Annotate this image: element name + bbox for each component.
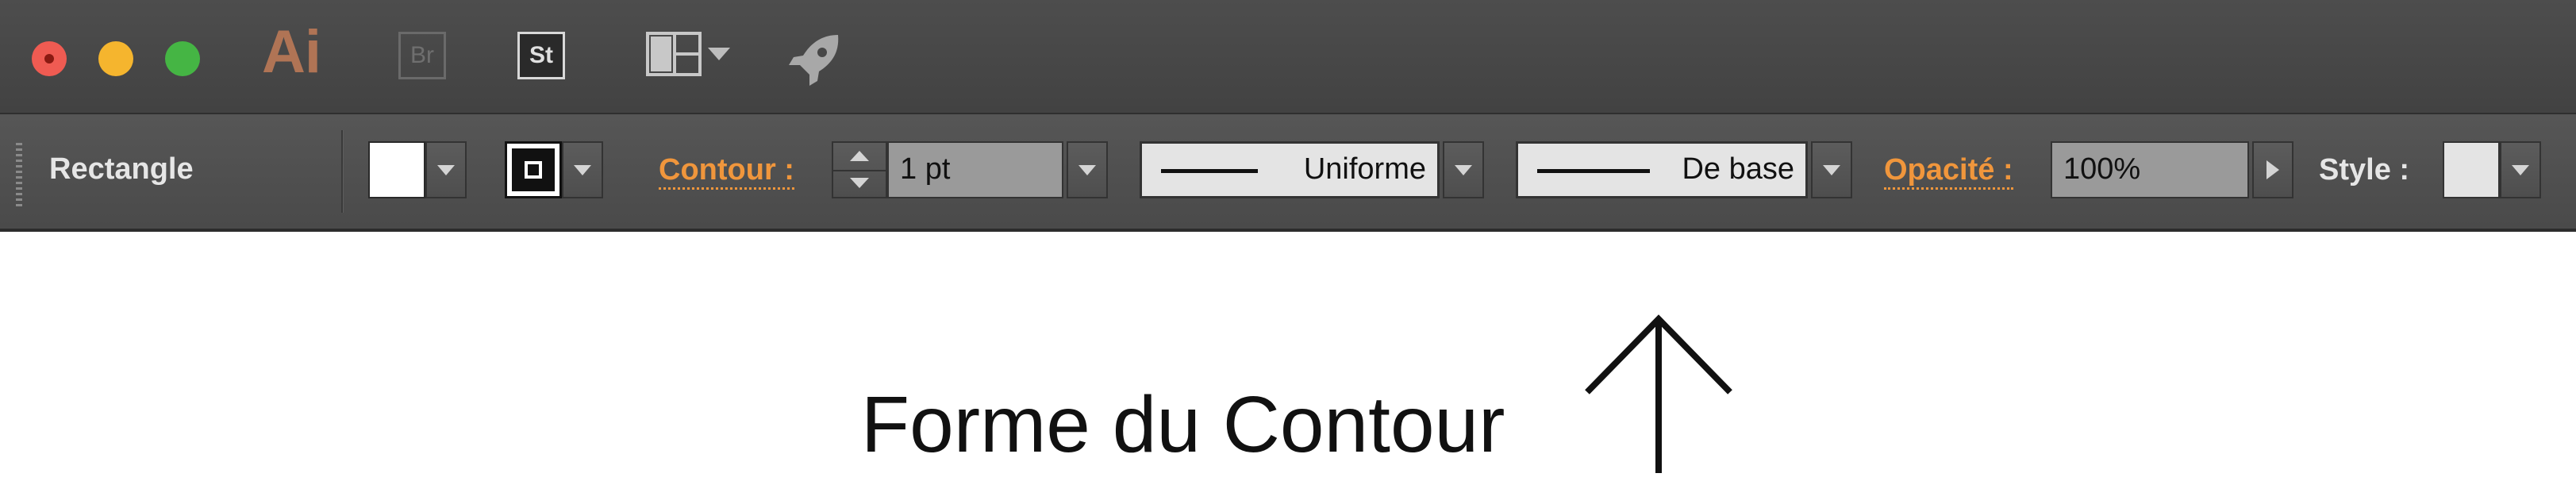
layout-dropdown-icon[interactable] bbox=[708, 48, 730, 60]
app-titlebar: Ai Br St bbox=[0, 0, 2576, 114]
stroke-profile-value: Uniforme bbox=[1303, 152, 1426, 186]
opacity-panel-link[interactable]: Opacité : bbox=[1884, 152, 2013, 190]
panel-grip-handle[interactable] bbox=[16, 143, 22, 206]
up-arrow-icon bbox=[1585, 314, 1732, 473]
brush-dropdown-button[interactable] bbox=[1811, 141, 1852, 198]
panel-divider bbox=[341, 130, 343, 213]
opacity-slider-button[interactable] bbox=[2252, 141, 2293, 198]
bridge-button[interactable]: Br bbox=[398, 32, 446, 79]
annotation-caption: Forme du Contour bbox=[861, 380, 1505, 469]
stroke-swatch-center bbox=[525, 161, 542, 179]
graphic-style-dropdown-button[interactable] bbox=[2500, 141, 2541, 198]
fill-color-swatch[interactable] bbox=[368, 141, 425, 198]
stepper-up-icon[interactable] bbox=[850, 151, 869, 161]
stepper-down-icon[interactable] bbox=[850, 178, 869, 188]
stroke-color-swatch[interactable] bbox=[505, 141, 562, 198]
stroke-profile-preview-icon bbox=[1161, 169, 1258, 173]
graphic-style-swatch[interactable] bbox=[2443, 141, 2500, 198]
stroke-dropdown-button[interactable] bbox=[562, 141, 603, 198]
brush-definition-value: De base bbox=[1682, 152, 1794, 186]
opacity-input[interactable]: 100% bbox=[2051, 141, 2249, 198]
illustrator-logo: Ai bbox=[262, 18, 321, 86]
zoom-window-button[interactable] bbox=[165, 41, 200, 76]
stroke-weight-dropdown-button[interactable] bbox=[1067, 141, 1108, 198]
minimize-window-button[interactable] bbox=[98, 41, 133, 76]
style-label: Style : bbox=[2319, 153, 2410, 187]
close-window-button[interactable] bbox=[32, 41, 67, 76]
stroke-panel-link[interactable]: Contour : bbox=[659, 152, 794, 190]
stroke-weight-input[interactable]: 1 pt bbox=[887, 141, 1063, 198]
rocket-icon[interactable] bbox=[782, 29, 846, 92]
brush-preview-icon bbox=[1537, 169, 1650, 173]
stepper-divider bbox=[833, 170, 886, 171]
control-panel: Rectangle Contour : 1 pt Uniforme De bas… bbox=[0, 114, 2576, 232]
layout-grid-icon[interactable] bbox=[646, 32, 702, 76]
brush-definition-select[interactable]: De base bbox=[1516, 141, 1808, 198]
selected-shape-label: Rectangle bbox=[49, 152, 194, 186]
stroke-weight-stepper[interactable] bbox=[832, 141, 887, 198]
stroke-profile-select[interactable]: Uniforme bbox=[1140, 141, 1440, 198]
stock-button[interactable]: St bbox=[517, 32, 565, 79]
stroke-profile-dropdown-button[interactable] bbox=[1443, 141, 1484, 198]
fill-dropdown-button[interactable] bbox=[425, 141, 467, 198]
